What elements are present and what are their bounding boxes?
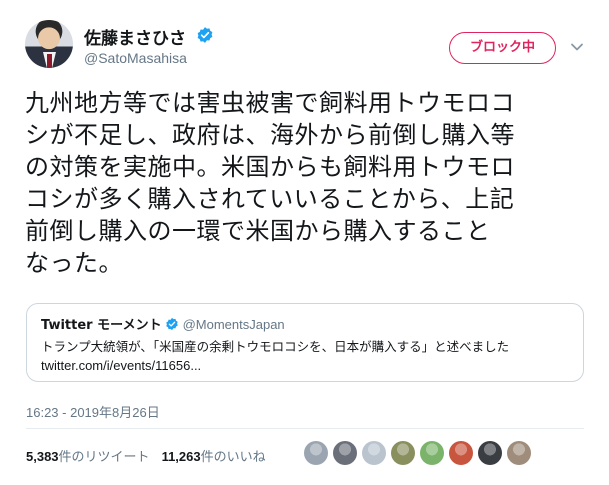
verified-badge-icon xyxy=(165,317,178,331)
liker-avatar[interactable] xyxy=(304,441,328,465)
author-avatar[interactable] xyxy=(25,20,73,68)
chevron-down-icon[interactable] xyxy=(570,40,584,54)
tweet-line: コシが多く購入されていいることから、上記 xyxy=(25,185,515,213)
retweet-label: 件のリツイート xyxy=(58,450,150,465)
liker-avatars xyxy=(304,441,531,467)
tweet-line: 九州地方等では害虫被害で飼料用トウモロコ xyxy=(25,89,515,117)
retweet-stat[interactable]: 5,383件のリツイート xyxy=(26,449,150,465)
liker-avatar[interactable] xyxy=(478,441,502,465)
tweet-timestamp[interactable]: 16:23 - 2019年8月26日 xyxy=(26,402,160,421)
avatar-tie xyxy=(47,54,52,68)
card-text: トランプ大統領が、「米国産の余剰トウモロコシを、日本が購入する」と述べました xyxy=(41,339,510,354)
divider xyxy=(26,428,584,429)
card-handle: @MomentsJapan xyxy=(182,317,285,332)
liker-avatar[interactable] xyxy=(362,441,386,465)
like-count: 11,263 xyxy=(161,449,201,464)
liker-avatar[interactable] xyxy=(391,441,415,465)
tweet-line: なった。 xyxy=(25,249,123,277)
tweet-stats: 5,383件のリツイート 11,263件のいいね xyxy=(26,446,266,465)
tweet-line: の対策を実施中。米国からも飼料用トウモロ xyxy=(25,153,515,181)
card-link[interactable]: twitter.com/i/events/11656... xyxy=(41,358,201,373)
liker-avatar[interactable] xyxy=(333,441,357,465)
verified-badge-icon xyxy=(197,27,213,43)
author-name[interactable]: 佐藤まさひさ xyxy=(84,24,186,49)
card-header: Twitter モーメント @MomentsJapan xyxy=(41,314,285,333)
tweet-line: シが不足し、政府は、海外から前倒し購入等 xyxy=(25,121,515,149)
liker-avatar[interactable] xyxy=(449,441,473,465)
like-label: 件のいいね xyxy=(200,450,266,465)
retweet-count: 5,383 xyxy=(26,449,59,464)
author-handle[interactable]: @SatoMasahisa xyxy=(84,50,187,66)
liker-avatar[interactable] xyxy=(420,441,444,465)
blocked-button[interactable]: ブロック中 xyxy=(449,32,556,64)
like-stat[interactable]: 11,263件のいいね xyxy=(161,449,266,465)
tweet-text: 九州地方等では害虫被害で飼料用トウモロコ シが不足し、政府は、海外から前倒し購入… xyxy=(25,87,585,279)
card-source-name: Twitter モーメント xyxy=(41,318,162,333)
tweet-line: 前倒し購入の一環で米国から購入すること xyxy=(25,217,491,245)
liker-avatar[interactable] xyxy=(507,441,531,465)
quoted-moment-card[interactable]: Twitter モーメント @MomentsJapan トランプ大統領が、「米国… xyxy=(26,303,584,382)
